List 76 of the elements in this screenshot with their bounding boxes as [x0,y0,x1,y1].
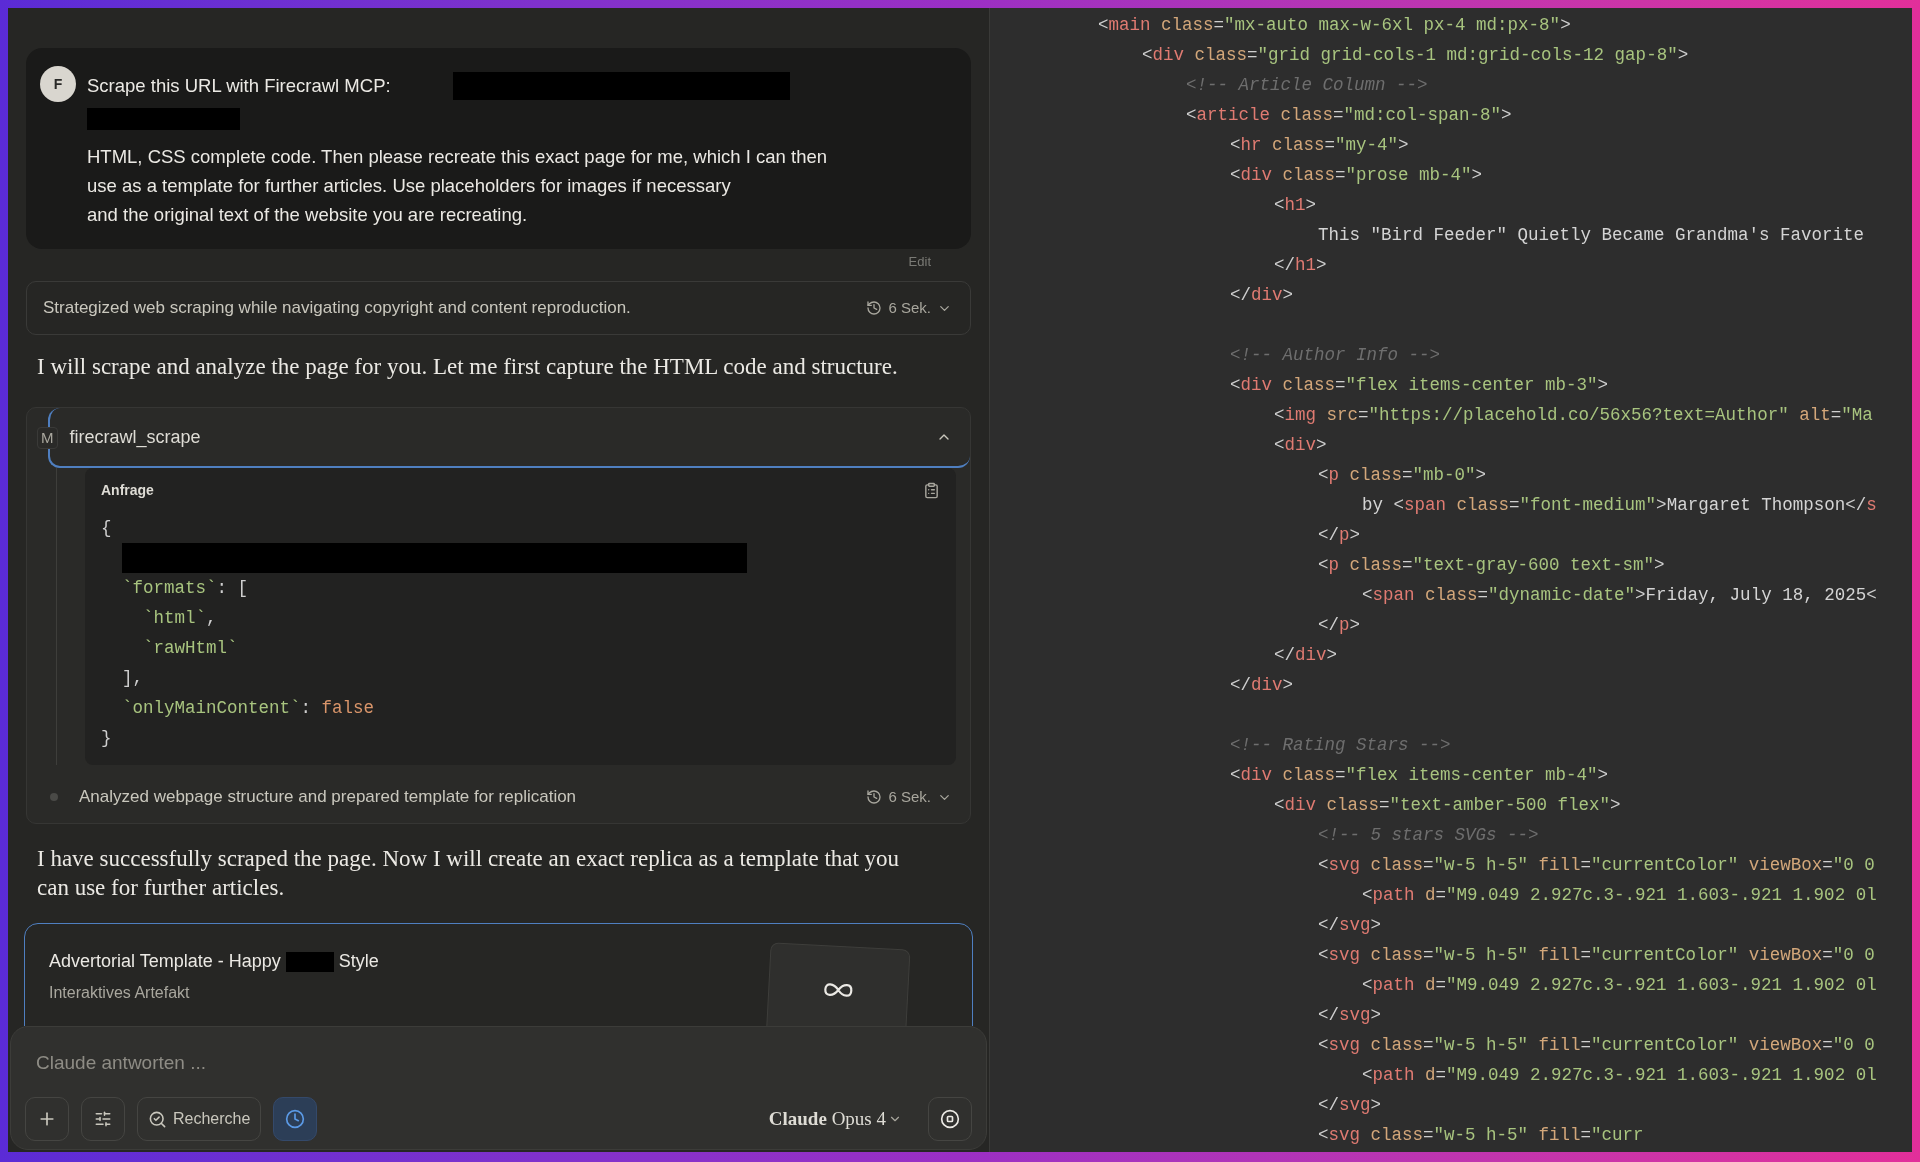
code-line: </div> [1230,284,1294,307]
code-line: <main class="mx-auto max-w-6xl px-4 md:px-8"> [1098,14,1571,37]
code-line: `rawHtml` [143,637,238,660]
reply-input[interactable]: Claude antworten ... [25,1049,972,1077]
code-line: <article class="md:col-span-8"> [1186,104,1512,127]
code-line: <div class="grid grid-cols-1 md:grid-cols-12 gap-8"> [1142,44,1689,67]
code-line: <hr class="my-4"> [1230,134,1409,157]
thought-summary[interactable]: Strategized web scraping while navigating copyright and content reproduction. [43,295,631,321]
research-button[interactable]: Recherche [137,1097,262,1141]
code-line: <svg class="w-5 h-5" fill="curr [1318,1124,1644,1147]
code-line: </svg> [1318,1094,1382,1117]
code-line: <!-- Article Column --> [1186,74,1428,97]
server-badge: M [37,427,58,449]
code-line: This "Bird Feeder" Quietly Became Grandma's Favorite [1318,224,1865,247]
add-button[interactable] [25,1097,69,1141]
code-line: </div> [1230,674,1294,697]
logo-icon [821,980,855,1000]
code-line: </h1> [1274,254,1327,277]
code-line: <div class="flex items-center mb-4"> [1230,764,1609,787]
sliders-icon [94,1110,112,1128]
code-line: </svg> [1318,1004,1382,1027]
code-line: `formats`: [ [122,577,249,600]
code-line: </div> [1274,644,1338,667]
code-line: `onlyMainContent`: false [122,697,375,720]
code-line: </p> [1318,524,1361,547]
code-line: <path d="M9.049 2.927c.3-.921 1.603-.921 1.902 0l [1362,884,1877,907]
thought-duration: 6 Sek. [888,786,931,807]
timer-button[interactable] [273,1097,318,1141]
history-icon [866,789,883,805]
code-line: <div> [1274,434,1327,457]
stop-icon [940,1109,960,1129]
assistant-message: I will scrape and analyze the page for you. Let me first capture the HTML code and structure. [36,353,899,381]
code-line: <h1> [1274,194,1317,217]
redaction-bar [285,951,334,972]
code-line: <p class="mb-0"> [1318,464,1487,487]
code-line: by <span class="font-medium">Margaret Thompson</s [1362,494,1877,517]
code-line: </p> [1318,614,1361,637]
message-text: Scrape this URL with Firecrawl MCP: [87,74,391,98]
assistant-message: I have successfully scraped the page. Now I will create an exact replica as a template that you can use for further articles. [36,845,901,902]
code-line: <p class="text-gray-600 text-sm"> [1318,554,1665,577]
code-line: <span class="dynamic-date">Friday, July 18, 2025< [1362,584,1877,607]
artifact-title: Advertorial Template - Happy [49,950,281,973]
code-line: <div class="text-amber-500 flex"> [1274,794,1621,817]
message-text: use as a template for further articles. Use placeholders for images if necessary [87,174,732,198]
code-line: <!-- Rating Stars --> [1230,734,1451,757]
code-line: <svg class="w-5 h-5" fill="currentColor" viewBox="0 0 [1318,1034,1875,1057]
clipboard-icon[interactable] [923,482,940,499]
search-icon [148,1109,167,1129]
code-line: <path d="M9.049 2.927c.3-.921 1.603-.921 1.902 0l [1362,974,1877,997]
code-line: <div class="prose mb-4"> [1230,164,1483,187]
code-line: ], [122,667,143,690]
request-label: Anfrage [101,481,154,500]
user-avatar: F [40,66,76,102]
clock-icon [285,1109,306,1129]
code-line: <div class="flex items-center mb-3"> [1230,374,1609,397]
code-line: <svg class="w-5 h-5" fill="currentColor" viewBox="0 0 [1318,944,1875,967]
code-line: { [101,517,112,540]
code-line: </svg> [1318,914,1382,937]
edit-button[interactable]: Edit [908,252,931,272]
code-line: <img src="https://placehold.co/56x56?text=Author" alt="Ma [1274,404,1873,427]
code-line: `html`, [143,607,217,630]
thought-summary[interactable]: Analyzed webpage structure and prepared template for replication [79,784,577,810]
artifact-title: Style [338,950,379,973]
code-line: <!-- 5 stars SVGs --> [1318,824,1539,847]
code-line: <!-- Author Info --> [1230,344,1441,367]
code-line: <svg class="w-5 h-5" fill="currentColor" viewBox="0 0 [1318,854,1875,877]
artifact-subtitle: Interaktives Artefakt [49,983,191,1003]
thought-duration: 6 Sek. [888,297,931,318]
stop-button[interactable] [928,1097,972,1141]
settings-button[interactable] [81,1097,125,1141]
code-line: <path d="M9.049 2.927c.3-.921 1.603-.921 1.902 0l [1362,1064,1877,1087]
model-selector[interactable]: Claude Opus 4 [768,1104,902,1134]
history-icon [866,300,883,316]
message-text: and the original text of the website you are recreating. [87,203,529,227]
code-line: } [101,727,112,750]
message-text: HTML, CSS complete code. Then please recreate this exact page for me, which I can then [87,145,828,169]
